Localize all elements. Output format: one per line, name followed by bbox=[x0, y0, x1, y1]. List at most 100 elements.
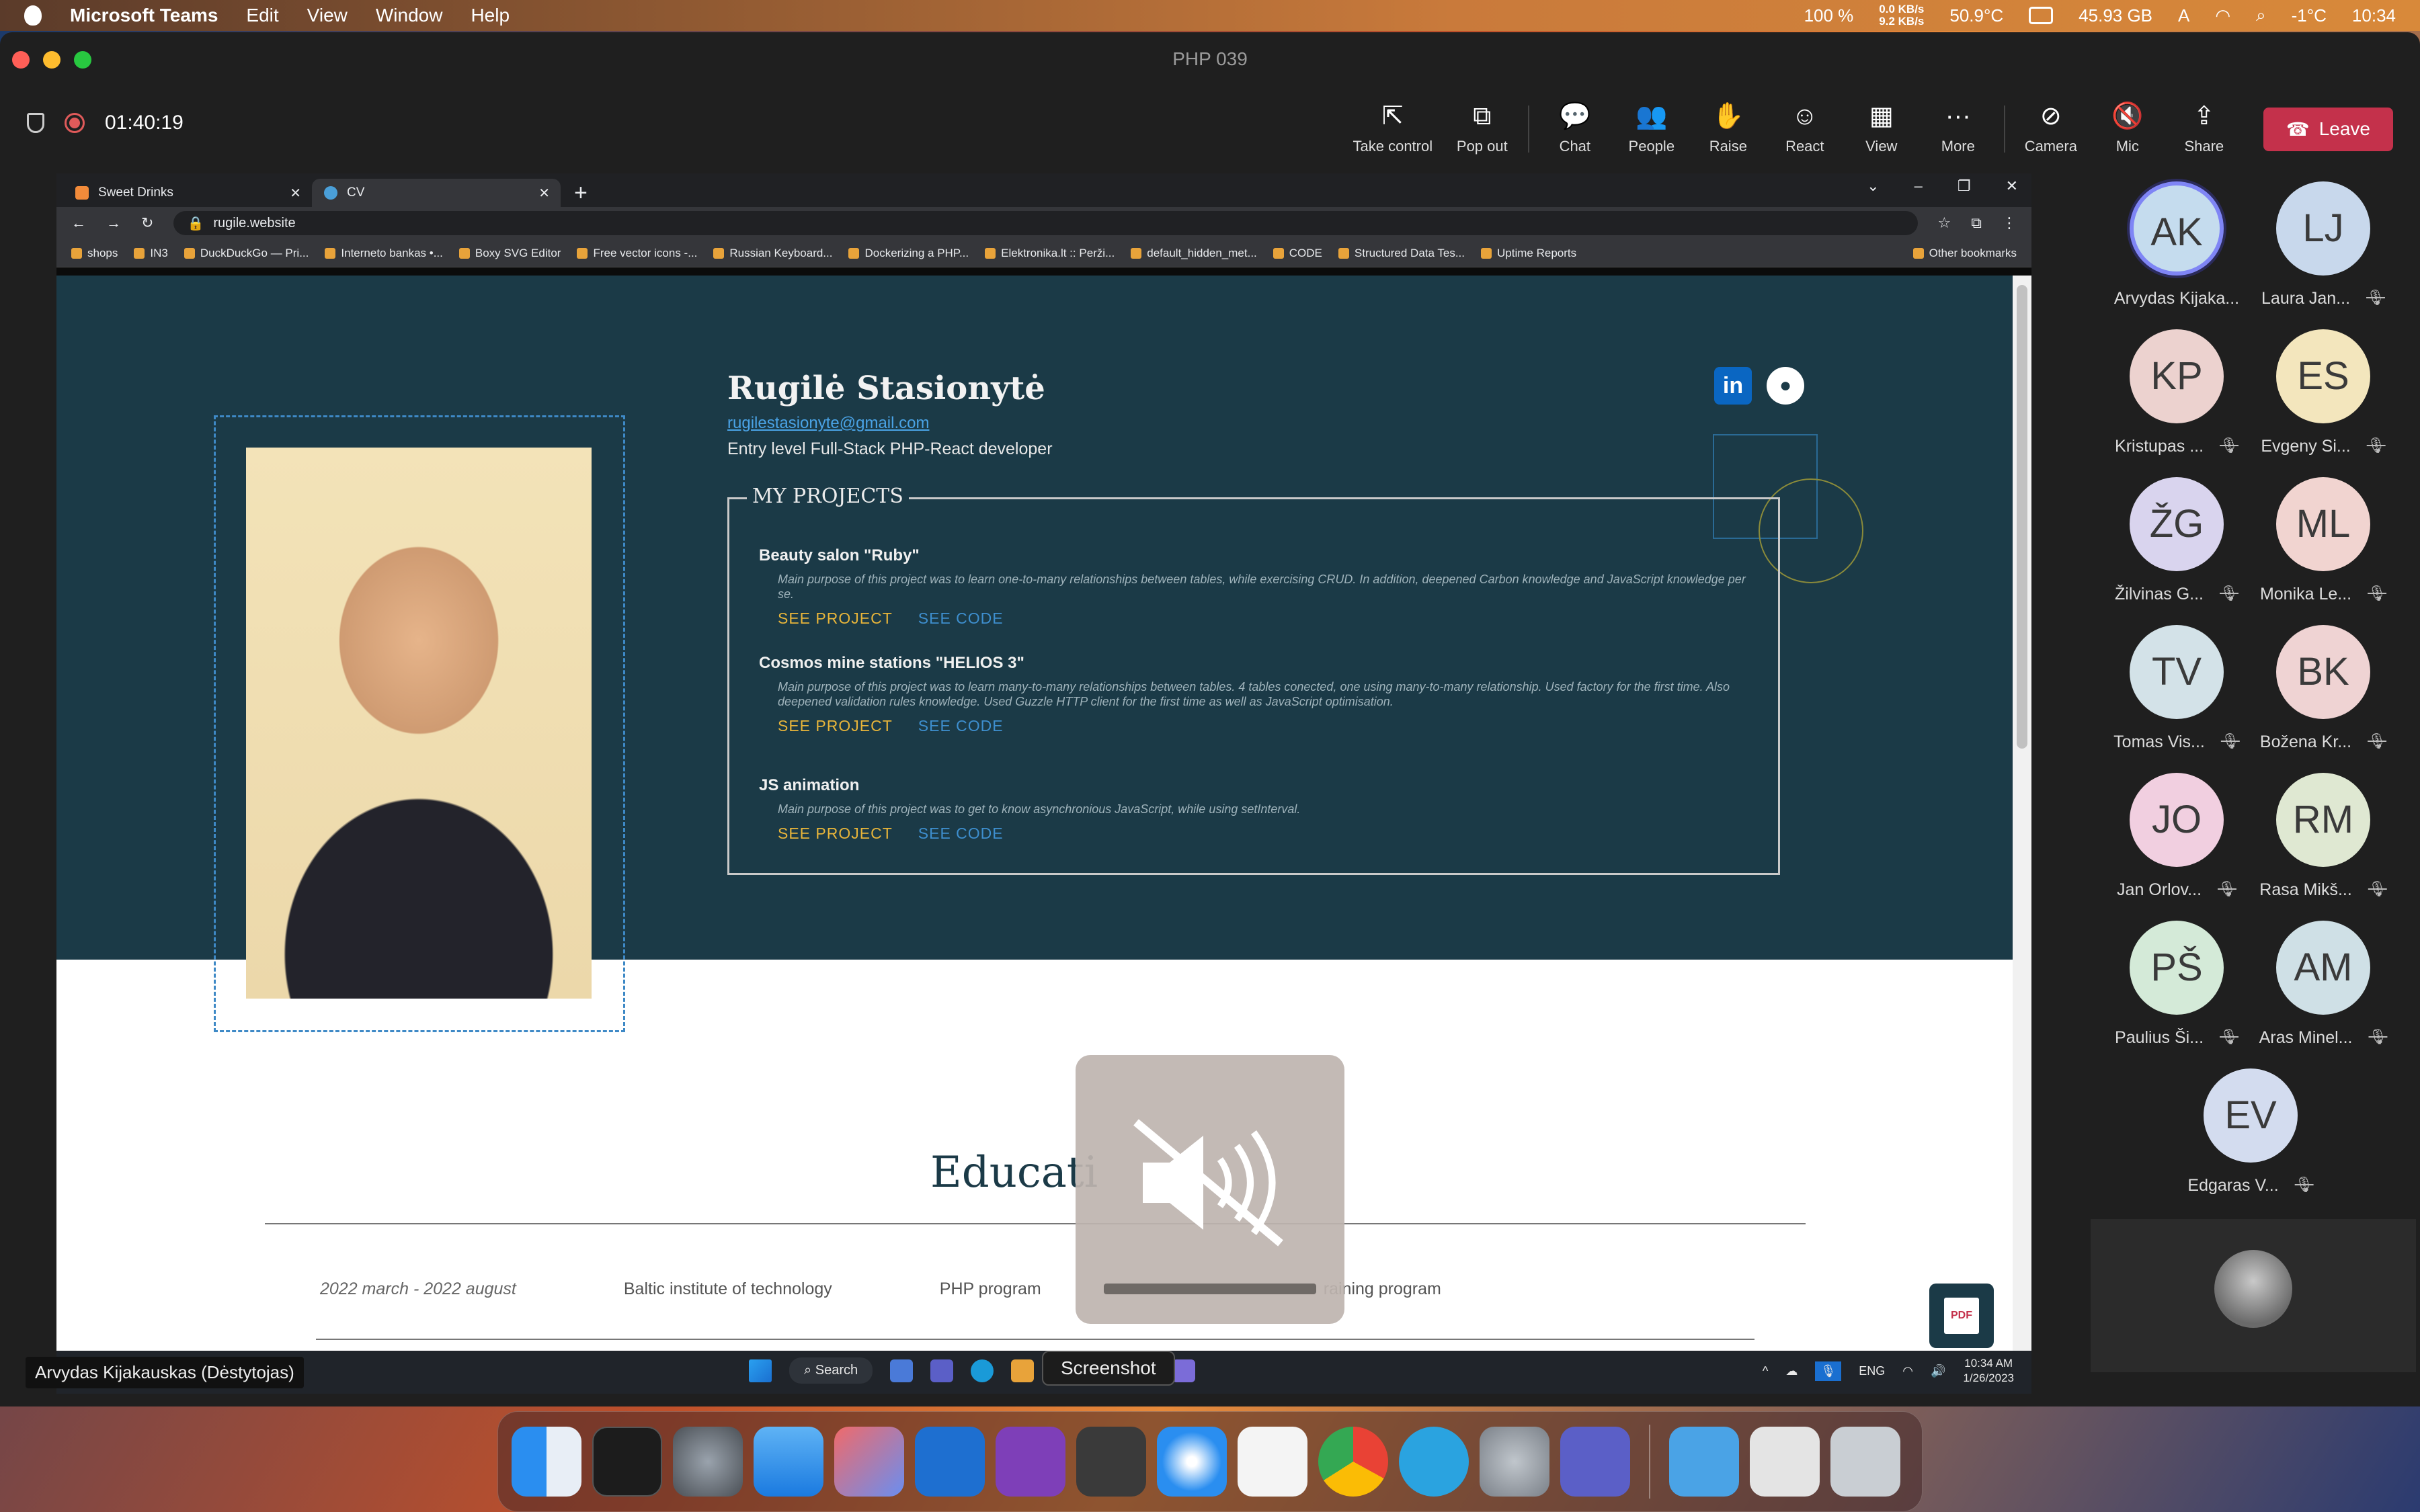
see-project-link[interactable]: SEE PROJECT bbox=[778, 610, 893, 628]
mic-button[interactable]: 🔇 Mic bbox=[2097, 103, 2159, 155]
explorer-icon[interactable] bbox=[1011, 1359, 1035, 1382]
bookmark-item[interactable]: default_hidden_met... bbox=[1131, 247, 1257, 260]
bookmark-item[interactable]: shops bbox=[71, 247, 118, 260]
more-button[interactable]: ··· More bbox=[1927, 103, 1989, 155]
scrollbar-thumb[interactable] bbox=[2017, 285, 2027, 749]
pop-out-button[interactable]: ⧉ Pop out bbox=[1451, 103, 1513, 155]
participant-tile[interactable]: ML Monika Le... 🎙 bbox=[2249, 477, 2397, 604]
apple-icon[interactable] bbox=[24, 5, 42, 26]
participant-tile[interactable]: AM Aras Minel... 🎙 bbox=[2249, 921, 2397, 1048]
vscode-icon[interactable] bbox=[915, 1427, 985, 1497]
participant-tile[interactable]: KP Kristupas ... 🎙 bbox=[2103, 329, 2251, 456]
edge-icon[interactable] bbox=[971, 1359, 994, 1382]
finder-icon[interactable] bbox=[512, 1427, 581, 1497]
reload-icon[interactable]: ↻ bbox=[141, 214, 153, 232]
people-button[interactable]: 👥 People bbox=[1621, 103, 1683, 155]
minimize-window-button[interactable] bbox=[43, 51, 61, 69]
mic-icon[interactable]: 🎙 bbox=[1815, 1361, 1842, 1381]
page-scrollbar[interactable] bbox=[2013, 276, 2031, 1351]
search-icon[interactable]: ⌕ bbox=[2256, 5, 2266, 26]
download-pdf-button[interactable]: PDF bbox=[1929, 1284, 1994, 1348]
close-icon[interactable]: ✕ bbox=[2006, 177, 2018, 195]
bookmark-item[interactable]: Uptime Reports bbox=[1481, 247, 1576, 260]
bookmark-item[interactable]: DuckDuckGo — Pri... bbox=[184, 247, 309, 260]
bookmark-item[interactable]: CODE bbox=[1273, 247, 1322, 260]
screenshot-icon[interactable] bbox=[1076, 1427, 1146, 1497]
cpu-temp[interactable]: 50.9°C bbox=[1949, 5, 2003, 26]
see-code-link[interactable]: SEE CODE bbox=[918, 610, 1004, 628]
close-tab-icon[interactable]: ✕ bbox=[538, 185, 550, 202]
settings-gear-icon[interactable] bbox=[1480, 1427, 1549, 1497]
menu-window[interactable]: Window bbox=[376, 5, 443, 26]
memory-usage[interactable]: 45.93 GB bbox=[2079, 5, 2152, 26]
other-bookmarks[interactable]: Other bookmarks bbox=[1912, 247, 2017, 260]
bookmark-item[interactable]: Boxy SVG Editor bbox=[458, 247, 561, 260]
tray-chevron-icon[interactable]: ^ bbox=[1763, 1364, 1768, 1378]
participant-tile[interactable]: EV Edgaras V... 🎙 bbox=[2177, 1068, 2325, 1195]
zoom-window-button[interactable] bbox=[74, 51, 91, 69]
minimize-icon[interactable]: – bbox=[1914, 177, 1923, 195]
browser-tab-cv[interactable]: CV ✕ bbox=[312, 179, 561, 207]
system-preferences-icon[interactable] bbox=[673, 1427, 743, 1497]
browser-menu-icon[interactable]: ⋮ bbox=[2002, 214, 2017, 232]
recent-document-icon[interactable] bbox=[1750, 1427, 1820, 1497]
bookmark-item[interactable]: Elektronika.lt :: Perži... bbox=[985, 247, 1115, 260]
cv-email-link[interactable]: rugilestasionyte@gmail.com bbox=[727, 414, 929, 433]
participant-tile[interactable]: BK Božena Kr... 🎙 bbox=[2249, 625, 2397, 752]
bookmark-star-icon[interactable]: ☆ bbox=[1938, 214, 1951, 232]
bookmark-item[interactable]: Dockerizing a PHP... bbox=[848, 247, 969, 260]
wifi-icon[interactable]: ◠ bbox=[2215, 5, 2230, 26]
mail-icon[interactable] bbox=[754, 1427, 823, 1497]
see-project-link[interactable]: SEE PROJECT bbox=[778, 825, 893, 843]
menu-view[interactable]: View bbox=[307, 5, 348, 26]
chat-button[interactable]: 💬 Chat bbox=[1544, 103, 1606, 155]
participant-tile[interactable]: TV Tomas Vis... 🎙 bbox=[2103, 625, 2251, 752]
task-view-icon[interactable] bbox=[890, 1359, 914, 1382]
new-tab-button[interactable]: + bbox=[574, 179, 588, 207]
camera-button[interactable]: ⊘ Camera bbox=[2020, 103, 2082, 155]
see-code-link[interactable]: SEE CODE bbox=[918, 717, 1004, 735]
participant-tile[interactable]: PŠ Paulius Ši... 🎙 bbox=[2103, 921, 2251, 1048]
language-indicator[interactable]: ENG bbox=[1859, 1364, 1885, 1378]
view-button[interactable]: ▦ View bbox=[1851, 103, 1912, 155]
see-project-link[interactable]: SEE PROJECT bbox=[778, 717, 893, 735]
battery-percent[interactable]: 100 % bbox=[1804, 5, 1854, 26]
back-icon[interactable]: ← bbox=[71, 214, 86, 232]
tab-search-icon[interactable]: ⌄ bbox=[1867, 177, 1879, 195]
menu-edit[interactable]: Edit bbox=[246, 5, 278, 26]
app-name[interactable]: Microsoft Teams bbox=[70, 5, 218, 26]
bookmark-item[interactable]: Interneto bankas •... bbox=[325, 247, 443, 260]
participant-tile[interactable]: ŽG Žilvinas G... 🎙 bbox=[2103, 477, 2251, 604]
github-icon[interactable]: ● bbox=[1767, 367, 1804, 405]
self-video-tile[interactable] bbox=[2091, 1219, 2416, 1372]
windows-search[interactable]: ⌕ Search bbox=[789, 1357, 873, 1384]
input-source[interactable]: A bbox=[2178, 5, 2189, 26]
take-control-button[interactable]: ⇱ Take control bbox=[1349, 103, 1437, 155]
browser-tab-sweet-drinks[interactable]: Sweet Drinks ✕ bbox=[63, 179, 312, 207]
launchpad-icon[interactable] bbox=[834, 1427, 904, 1497]
onedrive-icon[interactable]: ☁ bbox=[1785, 1364, 1798, 1378]
close-tab-icon[interactable]: ✕ bbox=[290, 185, 301, 202]
clock[interactable]: 10:34 bbox=[2352, 5, 2396, 26]
wifi-icon[interactable]: ◠ bbox=[1902, 1364, 1913, 1378]
extensions-icon[interactable]: ⧉ bbox=[1971, 214, 1982, 232]
windows-start-icon[interactable] bbox=[749, 1359, 772, 1382]
teams-icon[interactable] bbox=[1172, 1359, 1196, 1382]
network-speed[interactable]: 0.0 KB/s 9.2 KB/s bbox=[1879, 3, 1924, 28]
bookmark-item[interactable]: Free vector icons -... bbox=[577, 247, 697, 260]
address-bar[interactable]: 🔒 rugile.website bbox=[173, 211, 1918, 235]
linkedin-icon[interactable]: in bbox=[1714, 367, 1752, 405]
menu-help[interactable]: Help bbox=[471, 5, 510, 26]
participant-tile[interactable]: JO Jan Orlov... 🎙 bbox=[2103, 773, 2251, 900]
safari-icon[interactable] bbox=[1157, 1427, 1227, 1497]
react-button[interactable]: ☺ React bbox=[1774, 103, 1836, 155]
bookmark-item[interactable]: Russian Keyboard... bbox=[713, 247, 832, 260]
participant-tile[interactable]: ES Evgeny Si... 🎙 bbox=[2249, 329, 2397, 456]
downloads-folder-icon[interactable] bbox=[1669, 1427, 1739, 1497]
textedit-icon[interactable] bbox=[1238, 1427, 1307, 1497]
teams-app-icon[interactable] bbox=[930, 1359, 954, 1382]
trash-icon[interactable] bbox=[1830, 1427, 1900, 1497]
weather[interactable]: -1°C bbox=[2292, 5, 2327, 26]
close-window-button[interactable] bbox=[12, 51, 30, 69]
participant-tile[interactable]: AK Arvydas Kijaka... bbox=[2103, 181, 2251, 308]
